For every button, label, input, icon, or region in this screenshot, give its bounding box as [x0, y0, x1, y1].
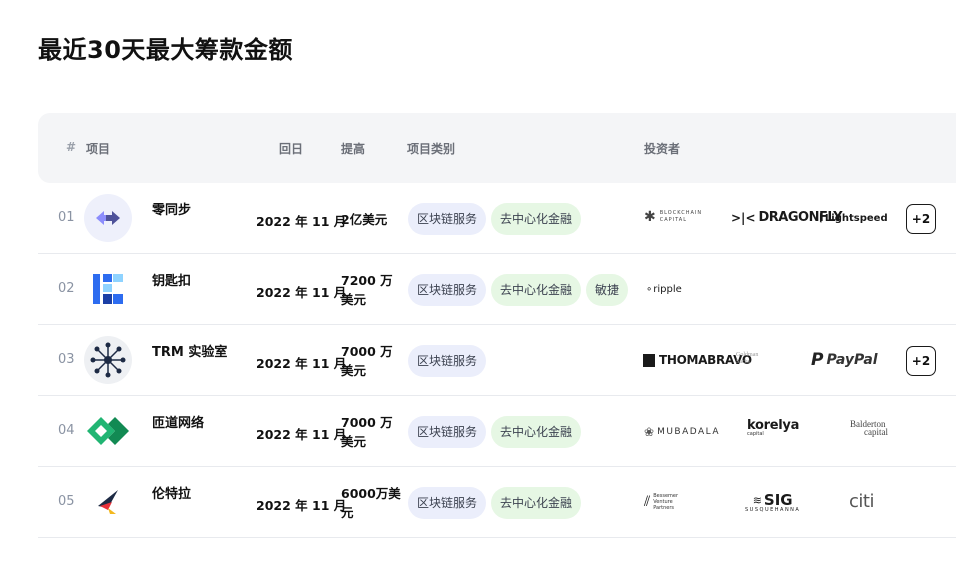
category-tag[interactable]: 去中心化金融 — [491, 487, 582, 519]
row-index: 02 — [58, 281, 75, 296]
lightspeed-mark-icon: ⌊ — [819, 213, 823, 224]
raised-amount: 2亿美元 — [341, 212, 388, 227]
table-row[interactable]: 04 匝道网络 2022 年 11 月 7000 万美元 区块链服务 去中心化金… — [38, 396, 956, 467]
header-category[interactable]: 项目类别 — [407, 140, 455, 157]
table-header: # 项目 回日 提高 项目类别 投资者 — [38, 113, 956, 183]
table-row[interactable]: 03 TRM 实验室 2022 年 11 月 7000 万美元 区块链服务 TH… — [38, 325, 956, 396]
header-project[interactable]: 项目 — [86, 140, 110, 157]
investor-mubadala-logo[interactable]: ❀ MUBADALA — [644, 425, 720, 439]
project-name[interactable]: 钥匙扣 — [152, 270, 191, 289]
header-raised[interactable]: 提高 — [341, 140, 365, 157]
raised-amount: 7200 万美元 — [341, 273, 393, 307]
star-icon: ✱ — [644, 209, 656, 225]
category-tag[interactable]: 区块链服务 — [408, 345, 487, 377]
round-date: 2022 年 11 月 — [256, 285, 347, 300]
category-tag[interactable]: 区块链服务 — [408, 203, 487, 235]
trm-labs-logo-icon[interactable] — [84, 336, 132, 384]
ripple-mark-icon: ∘ — [646, 284, 653, 295]
sig-waves-icon: ≋ — [752, 493, 762, 507]
funding-table: # 项目 回日 提高 项目类别 投资者 01 零同步 2022 年 11 月 2… — [38, 113, 956, 538]
investor-name: Lightspeed — [824, 213, 888, 224]
header-round[interactable]: 回日 — [279, 140, 303, 157]
zksync-logo-icon[interactable] — [84, 194, 132, 242]
raised-amount: 7000 万美元 — [341, 344, 393, 378]
category-tag[interactable]: 去中心化金融 — [491, 416, 582, 448]
investor-lightspeed-logo[interactable]: ⌊ Lightspeed — [819, 213, 888, 224]
table-row[interactable]: 05 伦特拉 2022 年 11 月 6000万美元 区块链服务 去中心化金融 … — [38, 467, 956, 538]
header-investors[interactable]: 投资者 — [644, 140, 680, 157]
paypal-mark-icon: P — [811, 350, 824, 370]
raised-amount: 7000 万美元 — [341, 415, 393, 449]
investor-subname: capital — [864, 427, 888, 437]
row-index: 03 — [58, 352, 75, 367]
investor-citi-logo[interactable]: citi — [849, 491, 874, 512]
mubadala-mark-icon: ❀ — [644, 425, 655, 439]
more-investors-button[interactable]: +2 — [906, 346, 936, 376]
header-hash: # — [66, 140, 77, 154]
investor-goldman-sachs-logo[interactable]: Goldman Sachs — [736, 352, 768, 366]
investor-balderton-logo[interactable]: Balderton capital — [850, 419, 888, 437]
category-tags: 区块链服务 去中心化金融 — [408, 203, 582, 235]
category-tag[interactable]: 区块链服务 — [408, 274, 487, 306]
round-date: 2022 年 11 月 — [256, 427, 347, 442]
category-tags: 区块链服务 去中心化金融 敏捷 — [408, 274, 629, 306]
investor-korelya-logo[interactable]: korelya capital — [747, 418, 799, 437]
category-tags: 区块链服务 — [408, 345, 487, 377]
investor-sig-logo[interactable]: ≋ SIG SUSQUEHANNA — [745, 491, 800, 513]
investor-name: Goldman Sachs — [736, 352, 759, 365]
row-index: 04 — [58, 423, 75, 438]
lendtela-logo-icon[interactable] — [84, 478, 132, 526]
category-tags: 区块链服务 去中心化金融 — [408, 416, 582, 448]
project-name[interactable]: 伦特拉 — [152, 483, 191, 502]
dragonfly-mark-icon: >|< — [731, 210, 756, 225]
keychain-logo-icon[interactable] — [84, 265, 132, 313]
ramp-network-logo-icon[interactable] — [84, 407, 132, 455]
investor-name: Bessemer Venture Partners — [653, 493, 679, 511]
table-row[interactable]: 01 零同步 2022 年 11 月 2亿美元 区块链服务 去中心化金融 ✱ B… — [38, 183, 956, 254]
investor-name: ripple — [653, 284, 682, 295]
round-date: 2022 年 11 月 — [256, 498, 347, 513]
bessemer-mark-icon: ⫽ — [644, 494, 651, 510]
category-tag[interactable]: 去中心化金融 — [491, 274, 582, 306]
investor-name: citi — [849, 491, 874, 512]
category-tags: 区块链服务 去中心化金融 — [408, 487, 582, 519]
project-name[interactable]: 匝道网络 — [152, 412, 204, 431]
raised-amount: 6000万美元 — [341, 486, 401, 520]
investor-paypal-logo[interactable]: P PayPal — [811, 350, 878, 370]
investor-name: BLOCKCHAIN CAPITAL — [659, 210, 703, 223]
investor-name: PayPal — [826, 352, 878, 368]
more-investors-button[interactable]: +2 — [906, 204, 936, 234]
investor-name: MUBADALA — [657, 427, 721, 437]
investor-ripple-logo[interactable]: ∘ ripple — [646, 284, 682, 295]
investor-subname: capital — [747, 431, 764, 437]
project-name[interactable]: TRM 实验室 — [152, 341, 227, 360]
investor-blockchain-capital-logo[interactable]: ✱ BLOCKCHAIN CAPITAL — [644, 209, 716, 225]
category-tag[interactable]: 敏捷 — [586, 274, 629, 306]
investor-subname: SUSQUEHANNA — [745, 507, 801, 513]
round-date: 2022 年 11 月 — [256, 214, 347, 229]
project-name[interactable]: 零同步 — [152, 199, 191, 218]
row-index: 05 — [58, 494, 75, 509]
investor-bessemer-logo[interactable]: ⫽ Bessemer Venture Partners — [644, 493, 683, 511]
category-tag[interactable]: 区块链服务 — [408, 487, 487, 519]
table-row[interactable]: 02 钥匙扣 2022 年 11 月 7200 万美元 区块链服务 去中心化金融… — [38, 254, 956, 325]
round-date: 2022 年 11 月 — [256, 356, 347, 371]
row-index: 01 — [58, 210, 75, 225]
category-tag[interactable]: 去中心化金融 — [491, 203, 582, 235]
thoma-bravo-mark-icon — [643, 353, 655, 367]
category-tag[interactable]: 区块链服务 — [408, 416, 487, 448]
page-title: 最近30天最大筹款金额 — [38, 36, 293, 64]
